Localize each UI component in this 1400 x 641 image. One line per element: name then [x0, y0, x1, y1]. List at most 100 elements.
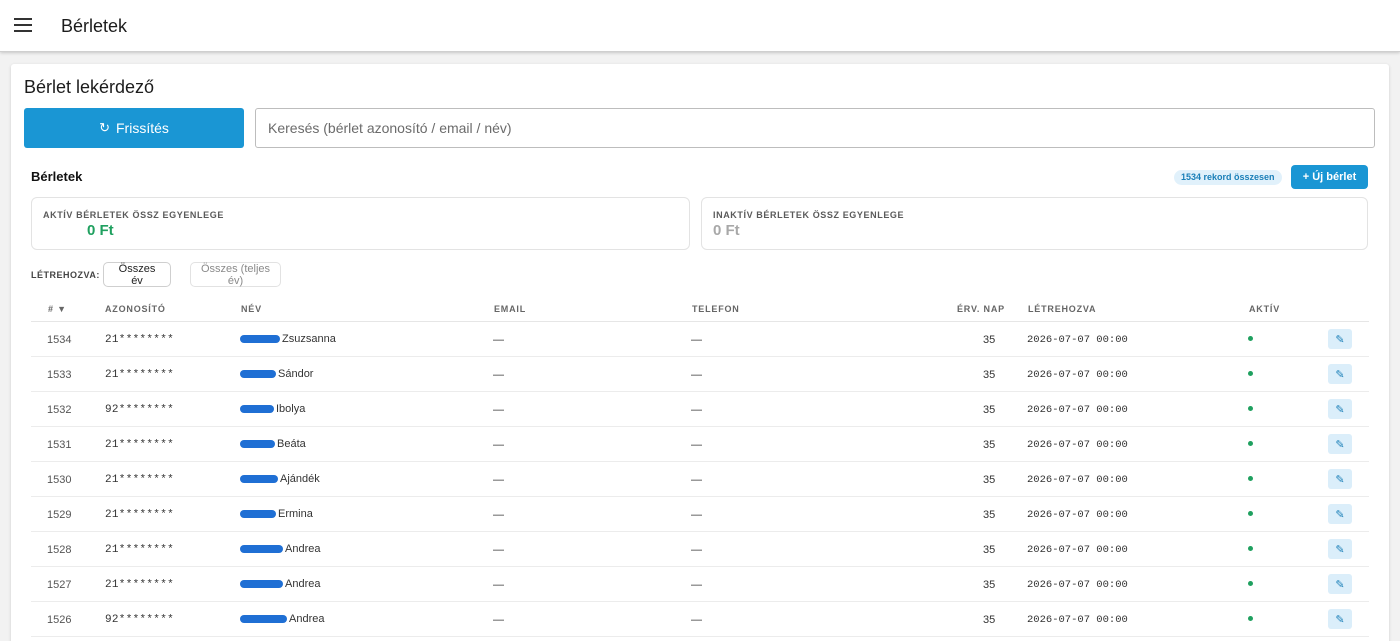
edit-button[interactable]: ✎ [1328, 329, 1352, 349]
pencil-icon: ✎ [1335, 473, 1345, 486]
first-name: Ibolya [276, 403, 306, 415]
pencil-icon: ✎ [1335, 543, 1345, 556]
email: — [493, 439, 504, 451]
row-number: 1527 [47, 579, 72, 591]
passes-table: # ▼ AZONOSÍTÓ NÉV EMAIL TELEFON ÉRV. NAP… [31, 291, 1369, 637]
table-header: # ▼ AZONOSÍTÓ NÉV EMAIL TELEFON ÉRV. NAP… [31, 291, 1369, 322]
pass-id: 21******** [105, 509, 175, 521]
email: — [493, 544, 504, 556]
created-filter-label: LÉTREHOZVA: [31, 270, 100, 280]
col-created[interactable]: LÉTREHOZVA [1028, 304, 1096, 314]
status-dot-icon [1248, 616, 1253, 621]
record-count-badge: 1534 rekord összesen [1174, 170, 1282, 185]
valid-days: 35 [983, 509, 996, 521]
col-active[interactable]: AKTÍV [1249, 304, 1280, 314]
edit-button[interactable]: ✎ [1328, 469, 1352, 489]
valid-days: 35 [983, 614, 996, 626]
app-bar: Bérletek [0, 0, 1400, 52]
col-name[interactable]: NÉV [241, 304, 262, 314]
inactive-balance-value: 0 Ft [713, 222, 740, 239]
created-date: 2026-07-07 00:00 [1027, 474, 1128, 486]
table-row[interactable]: 1532 92******** Ibolya — — 35 2026-07-07 00:00… [31, 392, 1369, 427]
edit-button[interactable]: ✎ [1328, 504, 1352, 524]
pencil-icon: ✎ [1335, 578, 1345, 591]
status-dot-icon [1248, 336, 1253, 341]
status-dot-icon [1248, 546, 1253, 551]
email: — [493, 509, 504, 521]
redacted-surname [240, 335, 280, 343]
table-row[interactable]: 1530 21******** Ajándék — — 35 2026-07-07 00:0… [31, 462, 1369, 497]
created-date: 2026-07-07 00:00 [1027, 544, 1128, 556]
edit-button[interactable]: ✎ [1328, 434, 1352, 454]
refresh-label: Frissítés [116, 120, 169, 136]
holder-name: Andrea [240, 543, 320, 555]
status-dot-icon [1248, 476, 1253, 481]
status-dot-icon [1248, 581, 1253, 586]
phone: — [691, 439, 702, 451]
pass-id: 21******** [105, 439, 175, 451]
redacted-surname [240, 510, 276, 518]
valid-days: 35 [983, 579, 996, 591]
first-name: Andrea [285, 543, 321, 555]
redacted-surname [240, 545, 283, 553]
status-dot-icon [1248, 441, 1253, 446]
row-number: 1529 [47, 509, 72, 521]
table-row[interactable]: 1531 21******** Beáta — — 35 2026-07-07 00:00 ✎ [31, 427, 1369, 462]
hamburger-menu-icon[interactable] [14, 18, 32, 32]
edit-button[interactable]: ✎ [1328, 399, 1352, 419]
row-number: 1530 [47, 474, 72, 486]
created-date: 2026-07-07 00:00 [1027, 509, 1128, 521]
col-email[interactable]: EMAIL [494, 304, 526, 314]
refresh-button[interactable]: ↻ Frissítés [24, 108, 244, 148]
phone: — [691, 474, 702, 486]
row-number: 1526 [47, 614, 72, 626]
valid-days: 35 [983, 404, 996, 416]
col-id[interactable]: AZONOSÍTÓ [105, 304, 166, 314]
phone: — [691, 404, 702, 416]
phone: — [691, 544, 702, 556]
phone: — [691, 369, 702, 381]
redacted-surname [240, 370, 276, 378]
holder-name: Ajándék [240, 473, 320, 485]
table-row[interactable]: 1529 21******** Ermina — — 35 2026-07-07 00:00… [31, 497, 1369, 532]
table-row[interactable]: 1526 92******** Andrea — — 35 2026-07-07 00:00… [31, 602, 1369, 637]
filter-all-years[interactable]: Összes év [103, 262, 171, 287]
first-name: Sándor [278, 368, 314, 380]
email: — [493, 579, 504, 591]
created-date: 2026-07-07 00:00 [1027, 334, 1128, 346]
inactive-balance-label: INAKTÍV BÉRLETEK ÖSSZ EGYENLEGE [713, 210, 905, 220]
app-title: Bérletek [61, 16, 128, 36]
pencil-icon: ✎ [1335, 508, 1345, 521]
redacted-surname [240, 475, 278, 483]
table-row[interactable]: 1533 21******** Sándor — — 35 2026-07-07 00:00… [31, 357, 1369, 392]
created-date: 2026-07-07 00:00 [1027, 439, 1128, 451]
table-row[interactable]: 1528 21******** Andrea — — 35 2026-07-07 00:00… [31, 532, 1369, 567]
edit-button[interactable]: ✎ [1328, 609, 1352, 629]
phone: — [691, 334, 702, 346]
created-date: 2026-07-07 00:00 [1027, 369, 1128, 381]
col-num[interactable]: # ▼ [48, 304, 67, 314]
email: — [493, 474, 504, 486]
created-date: 2026-07-07 00:00 [1027, 579, 1128, 591]
edit-button[interactable]: ✎ [1328, 574, 1352, 594]
valid-days: 35 [983, 334, 996, 346]
first-name: Andrea [285, 578, 321, 590]
first-name: Andrea [289, 613, 325, 625]
status-dot-icon [1248, 371, 1253, 376]
col-phone[interactable]: TELEFON [692, 304, 740, 314]
holder-name: Beáta [240, 438, 306, 450]
holder-name: Ermina [240, 508, 313, 520]
phone: — [691, 579, 702, 591]
new-pass-button[interactable]: + Új bérlet [1291, 165, 1368, 189]
pass-id: 21******** [105, 544, 175, 556]
table-row[interactable]: 1534 21******** Zsuzsanna — — 35 2026-07-07 00… [31, 322, 1369, 357]
table-row[interactable]: 1527 21******** Andrea — — 35 2026-07-07 00:00… [31, 567, 1369, 602]
edit-button[interactable]: ✎ [1328, 539, 1352, 559]
section-title: Bérletek [31, 169, 83, 184]
search-input[interactable] [255, 108, 1375, 148]
first-name: Beáta [277, 438, 306, 450]
filter-all-full-year[interactable]: Összes (teljes év) [190, 262, 281, 287]
table-body: 1534 21******** Zsuzsanna — — 35 2026-07-07 00… [31, 322, 1369, 637]
edit-button[interactable]: ✎ [1328, 364, 1352, 384]
col-days[interactable]: ÉRV. NAP [957, 304, 1005, 314]
